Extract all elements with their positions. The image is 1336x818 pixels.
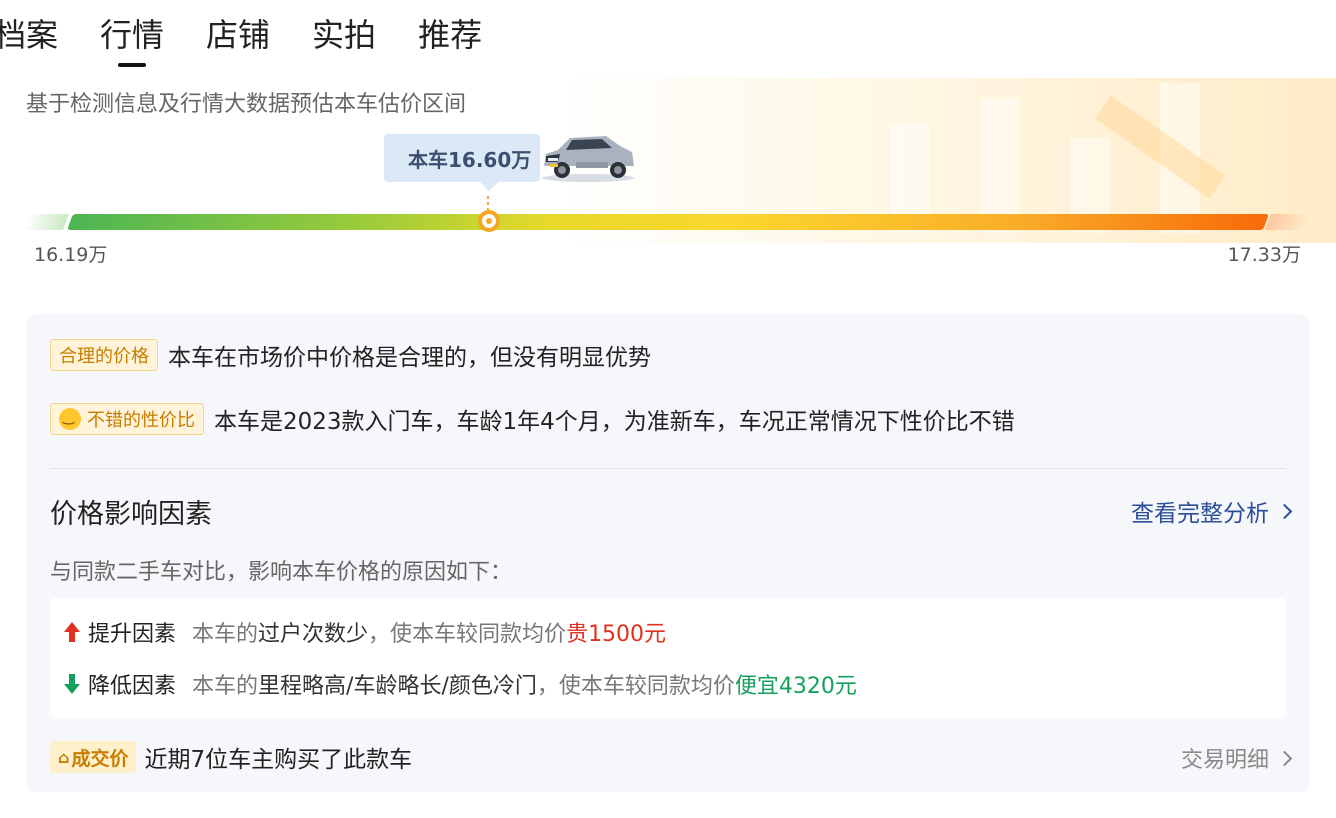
- lower-prefix: 本车的: [192, 674, 259, 699]
- lower-middle: ，使本车较同款均价: [536, 674, 735, 699]
- full-analysis-link[interactable]: 查看完整分析: [1131, 494, 1293, 528]
- tab-archive[interactable]: 档案: [0, 19, 58, 51]
- divider: [50, 468, 1286, 469]
- smile-icon: [59, 408, 81, 430]
- deal-badge-label: 成交价: [71, 747, 129, 770]
- compare-description: 与同款二手车对比，影响本车价格的原因如下：: [50, 560, 513, 585]
- current-price-bubble: 本车16.60万: [384, 134, 540, 191]
- lower-factor-label: 降低因素: [88, 674, 177, 699]
- arrow-down-icon: [64, 674, 80, 694]
- deal-badge: ⌂ 成交价: [50, 741, 137, 773]
- factors-box: 提升因素 本车的 过户次数少 ，使本车较同款均价 贵1500元 降低因素 本车的…: [50, 598, 1286, 718]
- lower-reason: 里程略高/车龄略长/颜色冷门: [258, 674, 537, 699]
- raise-factor-row: 提升因素 本车的 过户次数少 ，使本车较同款均价 贵1500元: [64, 616, 666, 648]
- range-description: 基于检测信息及行情大数据预估本车估价区间: [26, 92, 467, 117]
- deal-detail-link[interactable]: 交易明细: [1180, 742, 1293, 774]
- track-fade-right: [1265, 214, 1311, 230]
- current-price-label: 本车16.60万: [408, 147, 532, 172]
- deal-detail-label: 交易明细: [1180, 748, 1269, 773]
- reasonable-price-badge: 合理的价格: [50, 339, 158, 371]
- raise-middle: ，使本车较同款均价: [368, 622, 567, 647]
- raise-effect: 贵1500元: [566, 622, 667, 647]
- value-row: 不错的性价比 本车是2023款入门车，车龄1年4个月，为准新车，车况正常情况下性…: [50, 402, 1015, 436]
- raise-prefix: 本车的: [192, 622, 259, 647]
- factors-title: 价格影响因素: [50, 499, 212, 530]
- range-high-label: 17.33万: [1227, 244, 1301, 266]
- lower-factor-row: 降低因素 本车的 里程略高/车龄略长/颜色冷门 ，使本车较同款均价 便宜4320…: [64, 668, 857, 700]
- tab-market[interactable]: 行情: [100, 19, 164, 67]
- range-low-label: 16.19万: [34, 244, 108, 266]
- lower-effect: 便宜4320元: [734, 674, 857, 699]
- value-text: 本车是2023款入门车，车龄1年4个月，为准新车，车况正常情况下性价比不错: [214, 409, 1015, 435]
- chevron-right-icon: [1276, 750, 1293, 766]
- value-badge-label: 不错的性价比: [87, 410, 195, 431]
- car-icon: [542, 136, 634, 182]
- tab-bar: 档案 行情 店铺 实拍 推荐: [0, 0, 524, 70]
- chevron-right-icon: [1276, 503, 1293, 519]
- reasonable-price-text: 本车在市场价中价格是合理的，但没有明显优势: [168, 345, 651, 371]
- track-fade-left: [23, 214, 69, 230]
- deal-text: 近期7位车主购买了此款车: [144, 747, 413, 773]
- deal-icon: ⌂: [58, 747, 70, 767]
- tab-photos[interactable]: 实拍: [312, 19, 376, 51]
- raise-reason: 过户次数少: [258, 622, 369, 647]
- raise-factor-label: 提升因素: [88, 622, 177, 647]
- price-range-track: [67, 214, 1269, 230]
- deal-row: ⌂ 成交价 近期7位车主购买了此款车: [50, 740, 412, 774]
- full-analysis-label: 查看完整分析: [1131, 501, 1269, 527]
- price-analysis-card: 合理的价格 本车在市场价中价格是合理的，但没有明显优势 不错的性价比 本车是20…: [26, 314, 1310, 792]
- reasonable-price-row: 合理的价格 本车在市场价中价格是合理的，但没有明显优势: [50, 338, 651, 372]
- tab-recommend[interactable]: 推荐: [418, 19, 482, 51]
- price-range-section: 基于检测信息及行情大数据预估本车估价区间 本车16.60万 16.19万 17.…: [0, 78, 1336, 278]
- value-badge: 不错的性价比: [50, 403, 204, 435]
- marker-connector: [487, 196, 489, 210]
- arrow-up-icon: [64, 622, 80, 642]
- tab-store[interactable]: 店铺: [206, 19, 270, 51]
- current-price-marker: [478, 210, 500, 232]
